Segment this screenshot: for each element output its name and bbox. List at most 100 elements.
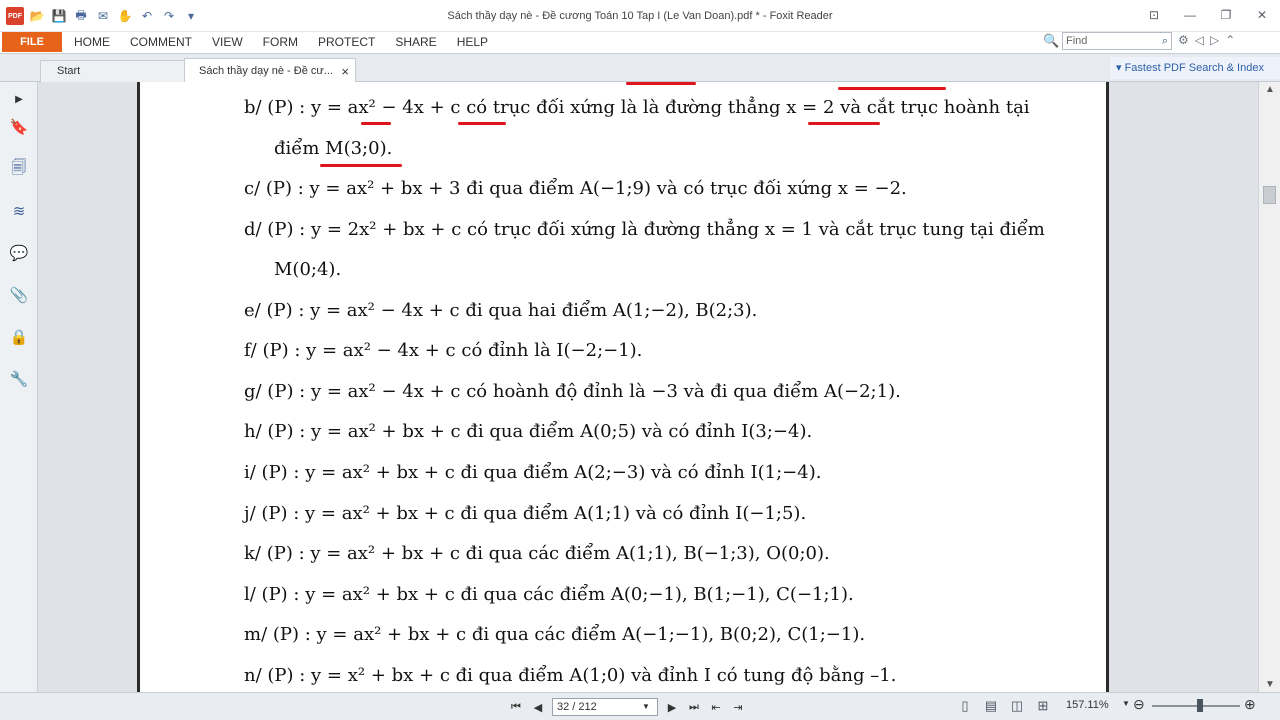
red-underline xyxy=(361,122,391,125)
prev-page-icon[interactable]: ◀ xyxy=(530,701,546,714)
exercise-e: e/ (P) : y = ax² − 4x + c đi qua hai điể… xyxy=(244,300,758,321)
tab-share[interactable]: SHARE xyxy=(385,32,446,52)
exercise-b-continued: điểm M(3;0). xyxy=(274,138,393,159)
continuous-facing-icon[interactable]: ⊞ xyxy=(1034,698,1052,714)
next-view-icon[interactable]: ⇥ xyxy=(730,701,746,714)
tab-start[interactable]: Start xyxy=(40,60,185,82)
first-page-icon[interactable]: ⏮ xyxy=(508,701,524,714)
exercise-d: d/ (P) : y = 2x² + bx + c có trục đối xứ… xyxy=(244,219,1045,240)
attachment-icon[interactable]: 📎 xyxy=(8,284,30,306)
status-bar: ⏮ ◀ 32 / 212 ▼ ▶ ⏭ ⇤ ⇥ ▯ ▤ ◫ ⊞ 157.11% ▼… xyxy=(0,692,1280,720)
page-navigation: ⏮ ◀ 32 / 212 ▼ ▶ ⏭ ⇤ ⇥ xyxy=(508,698,746,716)
exercise-f: f/ (P) : y = ax² − 4x + c có đỉnh là I(−… xyxy=(244,340,643,361)
continuous-icon[interactable]: ▤ xyxy=(982,698,1000,714)
expand-panel-icon[interactable]: ▶ xyxy=(8,88,30,110)
tab-comment[interactable]: COMMENT xyxy=(120,32,202,52)
exercise-d-continued: M(0;4). xyxy=(274,259,342,280)
find-input[interactable]: Find ⌕ xyxy=(1062,32,1172,50)
tab-view[interactable]: VIEW xyxy=(202,32,253,52)
close-button[interactable]: ✕ xyxy=(1244,0,1280,30)
redo-icon[interactable]: ↷ xyxy=(160,7,178,25)
pdf-page: b/ (P) : y = ax² − 4x + c có trục đối xứ… xyxy=(137,82,1109,692)
find-folder-icon[interactable]: 🔍 xyxy=(1043,33,1059,49)
hand-icon[interactable]: ✋ xyxy=(116,7,134,25)
minimize-button[interactable]: — xyxy=(1172,0,1208,30)
tab-document[interactable]: Sách thầy dạy nè - Đề cư... × xyxy=(184,58,356,83)
close-tab-icon[interactable]: × xyxy=(341,64,349,79)
zoom-level[interactable]: 157.11% xyxy=(1066,699,1109,711)
find-placeholder: Find xyxy=(1066,35,1088,47)
red-underline xyxy=(626,82,696,85)
fastest-search-label: Fastest PDF Search & Index xyxy=(1124,62,1264,74)
next-page-icon[interactable]: ▶ xyxy=(664,701,680,714)
exercise-g: g/ (P) : y = ax² − 4x + c có hoành độ đỉ… xyxy=(244,381,901,402)
scroll-up-icon[interactable]: ▲ xyxy=(1265,84,1275,95)
comments-icon[interactable]: 💬 xyxy=(8,242,30,264)
file-tab[interactable]: FILE xyxy=(2,32,62,52)
search-icon[interactable]: ⌕ xyxy=(1162,33,1168,49)
tab-home[interactable]: HOME xyxy=(64,32,120,52)
tab-form[interactable]: FORM xyxy=(253,32,308,52)
scroll-down-icon[interactable]: ▼ xyxy=(1265,679,1275,690)
tools-icon[interactable]: 🔧 xyxy=(8,368,30,390)
open-icon[interactable]: 📂 xyxy=(28,7,46,25)
exercise-n: n/ (P) : y = x² + bx + c đi qua điểm A(1… xyxy=(244,665,897,686)
quick-access-toolbar: PDF 📂 💾 🖶 ✉ ✋ ↶ ↷ ▾ xyxy=(6,7,200,25)
exercise-k: k/ (P) : y = ax² + bx + c đi qua các điể… xyxy=(244,543,830,564)
previous-icon[interactable]: ◁ xyxy=(1195,33,1204,47)
exercise-c: c/ (P) : y = ax² + bx + 3 đi qua điểm A(… xyxy=(244,178,907,199)
page-layout-buttons: ▯ ▤ ◫ ⊞ xyxy=(956,698,1052,714)
email-icon[interactable]: ✉ xyxy=(94,7,112,25)
page-number-input[interactable]: 32 / 212 ▼ xyxy=(552,698,658,716)
last-page-icon[interactable]: ⏭ xyxy=(686,701,702,714)
ribbon-tabs: HOME COMMENT VIEW FORM PROTECT SHARE HEL… xyxy=(64,32,498,52)
tab-protect[interactable]: PROTECT xyxy=(308,32,385,52)
exercise-l: l/ (P) : y = ax² + bx + c đi qua các điể… xyxy=(244,584,854,605)
page-number-value: 32 / 212 xyxy=(557,701,597,713)
collapse-ribbon-icon[interactable]: ⌃ xyxy=(1225,33,1235,47)
fastest-search-button[interactable]: ▾ Fastest PDF Search & Index xyxy=(1110,57,1280,79)
ribbon-options-icon[interactable]: ⊡ xyxy=(1136,0,1172,30)
customize-icon[interactable]: ▾ xyxy=(182,7,200,25)
print-icon[interactable]: 🖶 xyxy=(72,7,90,25)
single-page-icon[interactable]: ▯ xyxy=(956,698,974,714)
zoom-dropdown-icon[interactable]: ▼ xyxy=(1122,699,1130,708)
tab-document-label: Sách thầy dạy nè - Đề cư... xyxy=(199,65,333,77)
layers-icon[interactable]: ≋ xyxy=(8,200,30,222)
navigation-panel: ▶ 🔖 🗐 ≋ 💬 📎 🔒 🔧 xyxy=(0,82,38,692)
red-underline xyxy=(320,164,402,167)
ribbon: FILE HOME COMMENT VIEW FORM PROTECT SHAR… xyxy=(0,32,1280,54)
exercise-i: i/ (P) : y = ax² + bx + c đi qua điểm A(… xyxy=(244,462,822,483)
pdf-logo-icon[interactable]: PDF xyxy=(6,7,24,25)
save-icon[interactable]: 💾 xyxy=(50,7,68,25)
exercise-b: b/ (P) : y = ax² − 4x + c có trục đối xứ… xyxy=(244,97,1030,118)
ribbon-right-tools: ⚙ ◁ ▷ ⌃ xyxy=(1178,33,1235,47)
bookmark-icon[interactable]: 🔖 xyxy=(8,116,30,138)
window-controls: ⊡ — ❐ ✕ xyxy=(1136,0,1280,30)
zoom-out-icon[interactable]: ⊖ xyxy=(1133,696,1145,713)
exercise-j: j/ (P) : y = ax² + bx + c đi qua điểm A(… xyxy=(244,503,807,524)
title-bar: PDF 📂 💾 🖶 ✉ ✋ ↶ ↷ ▾ Sách thầy dạy nè - Đ… xyxy=(0,0,1280,32)
security-icon[interactable]: 🔒 xyxy=(8,326,30,348)
undo-icon[interactable]: ↶ xyxy=(138,7,156,25)
document-view: b/ (P) : y = ax² − 4x + c có trục đối xứ… xyxy=(39,82,1257,692)
exercise-h: h/ (P) : y = ax² + bx + c đi qua điểm A(… xyxy=(244,421,813,442)
page-dropdown-icon[interactable]: ▼ xyxy=(638,699,654,715)
document-tabs: Start Sách thầy dạy nè - Đề cư... × xyxy=(0,54,1280,83)
exercise-m: m/ (P) : y = ax² + bx + c đi qua các điể… xyxy=(244,624,866,645)
zoom-in-icon[interactable]: ⊕ xyxy=(1244,696,1256,713)
vertical-scrollbar[interactable]: ▲ ▼ xyxy=(1258,82,1280,692)
tab-help[interactable]: HELP xyxy=(447,32,498,52)
zoom-slider-knob[interactable] xyxy=(1197,699,1203,712)
facing-icon[interactable]: ◫ xyxy=(1008,698,1026,714)
previous-view-icon[interactable]: ⇤ xyxy=(708,701,724,714)
red-underline xyxy=(838,87,946,90)
scroll-thumb[interactable] xyxy=(1263,186,1276,204)
next-icon[interactable]: ▷ xyxy=(1210,33,1219,47)
settings-icon[interactable]: ⚙ xyxy=(1178,33,1189,47)
red-underline xyxy=(458,122,506,125)
zoom-slider[interactable] xyxy=(1152,705,1240,707)
restore-button[interactable]: ❐ xyxy=(1208,0,1244,30)
pages-icon[interactable]: 🗐 xyxy=(8,158,30,180)
red-underline xyxy=(808,122,880,125)
